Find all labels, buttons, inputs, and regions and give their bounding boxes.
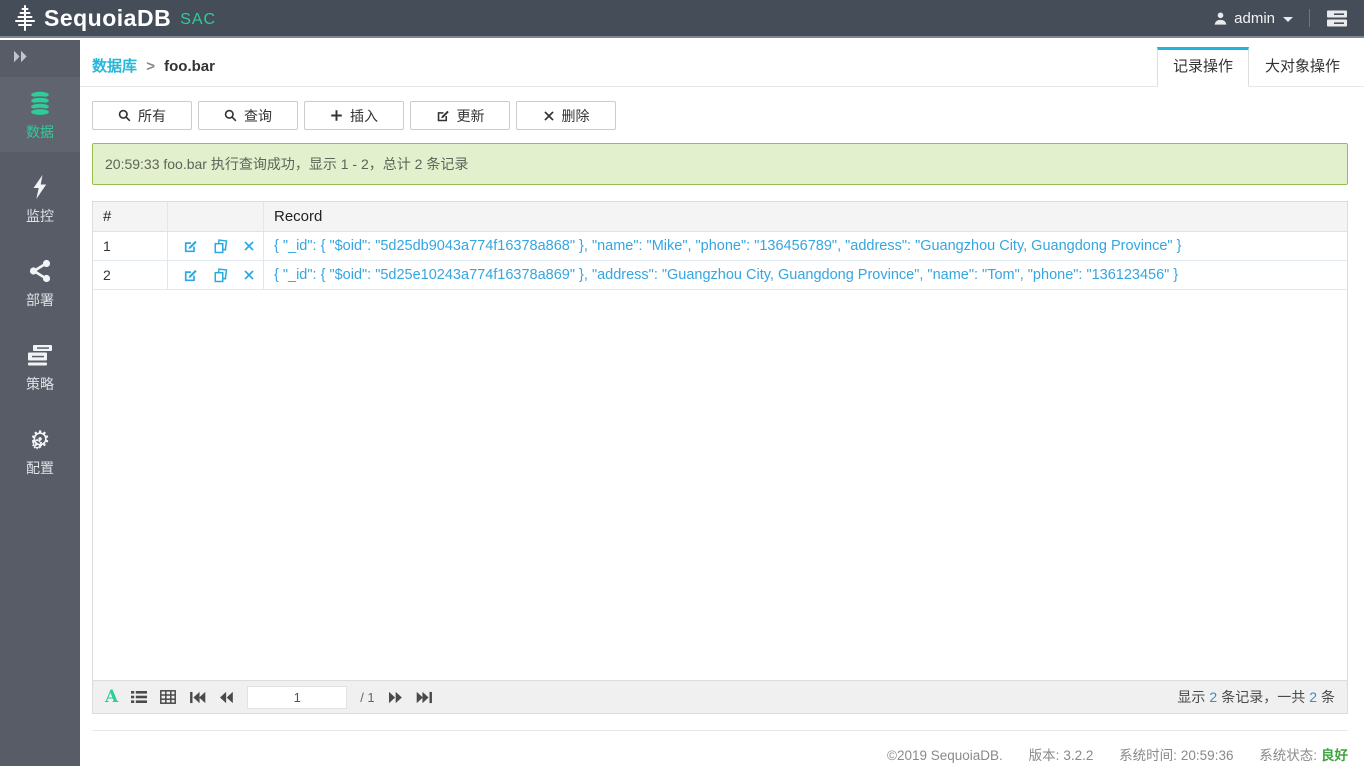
action-toolbar: 所有 查询 插入 更新 删除 (92, 101, 1348, 130)
navbar-divider (1309, 9, 1310, 27)
sidebar: 数据 监控 部署 (0, 40, 80, 766)
breadcrumb-database-link[interactable]: 数据库 (92, 58, 137, 75)
prev-page-icon[interactable] (219, 691, 234, 704)
main-area: 数据库 > foo.bar 记录操作 大对象操作 所有 查询 插入 (80, 40, 1364, 766)
sidebar-item-label: 配置 (0, 458, 80, 478)
system-status: 系统状态:良好 (1259, 748, 1348, 763)
shown-count: 2 (1209, 689, 1217, 705)
page-number-input[interactable] (247, 686, 347, 709)
chevron-down-icon (1283, 17, 1293, 22)
row-index: 2 (93, 261, 168, 289)
sidebar-item-monitor[interactable]: 监控 (0, 161, 80, 236)
x-icon (543, 110, 555, 122)
row-index: 1 (93, 232, 168, 260)
plus-icon (330, 109, 343, 122)
sidebar-item-label: 部署 (0, 290, 80, 310)
tab-lob-operations[interactable]: 大对象操作 (1249, 47, 1356, 87)
page-footer: ©2019 SequoiaDB. 版本:3.2.2 系统时间:20:59:36 … (92, 730, 1348, 764)
top-navbar: SequoiaDB SAC admin (0, 0, 1364, 38)
status-ok-badge: 良好 (1321, 748, 1348, 763)
next-page-icon[interactable] (388, 691, 403, 704)
column-header-index: # (93, 202, 168, 231)
last-page-icon[interactable] (416, 691, 433, 704)
delete-record-icon[interactable] (243, 240, 255, 252)
first-page-icon[interactable] (189, 691, 206, 704)
tab-bar: 记录操作 大对象操作 (1157, 47, 1356, 87)
all-button[interactable]: 所有 (92, 101, 192, 130)
column-header-record: Record (264, 202, 1347, 231)
edit-record-icon[interactable] (183, 268, 198, 283)
sidebar-item-label: 策略 (0, 374, 80, 394)
query-button[interactable]: 查询 (198, 101, 298, 130)
record-json: { "_id": { "$oid": "5d25e10243a774f16378… (264, 261, 1347, 289)
record-json: { "_id": { "$oid": "5d25db9043a774f16378… (264, 232, 1347, 260)
page-header: 数据库 > foo.bar 记录操作 大对象操作 (80, 40, 1364, 87)
records-table: # Record 1 { "_id": { "$oid": (92, 201, 1348, 714)
row-actions (168, 232, 264, 260)
brand-name: SequoiaDB (44, 5, 171, 32)
page-total: / 1 (360, 690, 374, 705)
lightning-icon (0, 172, 80, 202)
delete-record-icon[interactable] (243, 269, 255, 281)
sidebar-item-deploy[interactable]: 部署 (0, 245, 80, 320)
user-icon (1213, 11, 1228, 26)
list-view-icon[interactable] (131, 690, 147, 704)
system-time: 系统时间:20:59:36 (1119, 748, 1237, 763)
edit-icon (436, 109, 450, 123)
sidebar-item-config[interactable]: ⚙⚙ 配置 (0, 413, 80, 488)
user-name: admin (1234, 10, 1275, 27)
breadcrumb-separator: > (146, 58, 155, 75)
delete-button[interactable]: 删除 (516, 101, 616, 130)
servers-icon (0, 340, 80, 370)
table-empty-area (93, 290, 1347, 680)
query-success-alert: 20:59:33 foo.bar 执行查询成功，显示 1 - 2，总计 2 条记… (92, 143, 1348, 185)
grid-view-icon[interactable] (160, 690, 176, 704)
records-summary: 显示2条记录，一共2条 (1177, 687, 1335, 707)
tab-record-operations[interactable]: 记录操作 (1157, 47, 1249, 87)
share-icon (0, 256, 80, 286)
row-actions (168, 261, 264, 289)
table-header-row: # Record (93, 202, 1347, 232)
gears-icon: ⚙⚙ (0, 424, 80, 454)
sidebar-item-strategy[interactable]: 策略 (0, 329, 80, 404)
database-icon (0, 88, 80, 118)
sidebar-item-label: 数据 (0, 122, 80, 142)
update-button[interactable]: 更新 (410, 101, 510, 130)
pagination-bar: A / 1 (93, 680, 1347, 713)
brand-suffix: SAC (180, 8, 216, 29)
sidebar-expand-button[interactable] (0, 40, 29, 68)
insert-button[interactable]: 插入 (304, 101, 404, 130)
copyright: ©2019 SequoiaDB. (887, 748, 1003, 763)
sequoia-tree-icon (10, 3, 40, 33)
user-menu[interactable]: admin (1213, 10, 1293, 27)
copy-record-icon[interactable] (213, 268, 228, 283)
font-size-toggle[interactable]: A (105, 687, 118, 707)
brand-logo[interactable]: SequoiaDB SAC (0, 3, 216, 33)
server-icon (1326, 9, 1348, 28)
sidebar-item-data[interactable]: 数据 (0, 77, 80, 152)
host-list-button[interactable] (1326, 9, 1348, 28)
breadcrumb-current: foo.bar (164, 58, 215, 75)
total-count: 2 (1309, 689, 1317, 705)
search-icon (118, 109, 131, 122)
copy-record-icon[interactable] (213, 239, 228, 254)
table-row: 1 { "_id": { "$oid": "5d25db9043a774f163… (93, 232, 1347, 261)
double-arrow-right-icon (12, 50, 29, 63)
column-header-actions (168, 202, 264, 231)
sidebar-item-label: 监控 (0, 206, 80, 226)
search-icon (224, 109, 237, 122)
edit-record-icon[interactable] (183, 239, 198, 254)
version-info: 版本:3.2.2 (1029, 748, 1098, 763)
table-row: 2 { "_id": { "$oid": "5d25e10243a774f163… (93, 261, 1347, 290)
